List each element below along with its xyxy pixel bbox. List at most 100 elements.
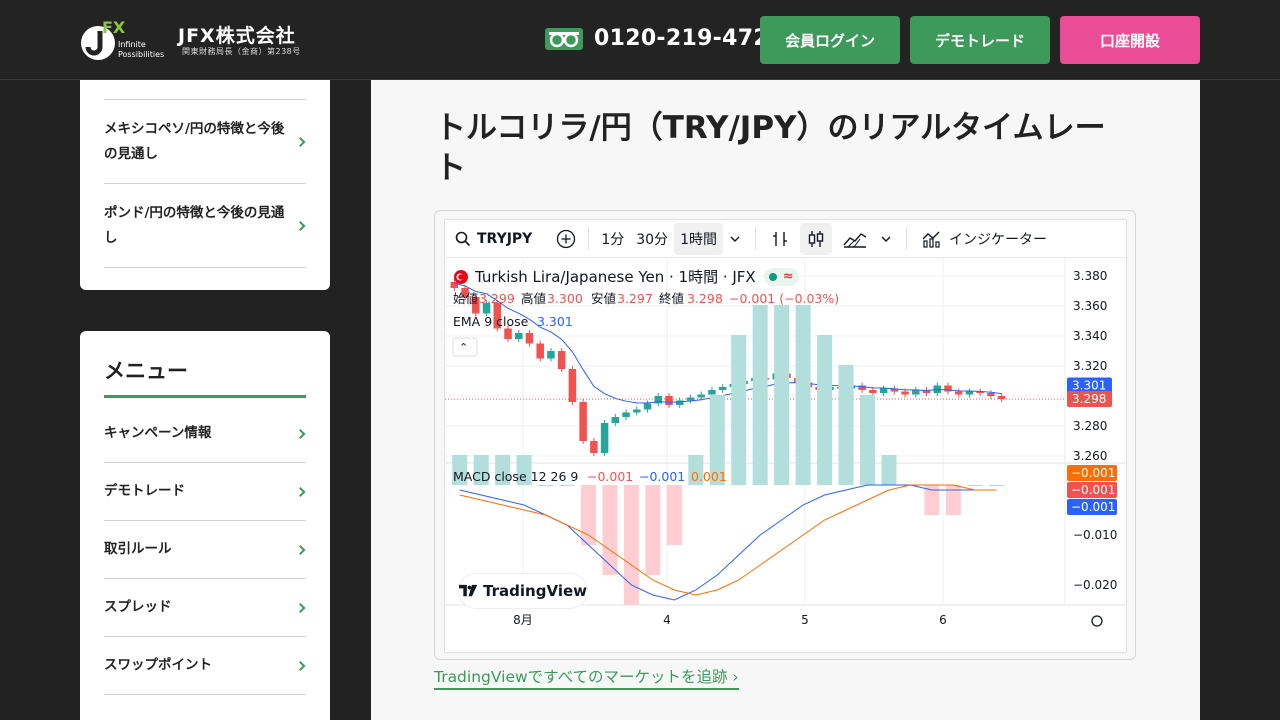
legend-ohlc-value: 3.300	[547, 291, 583, 306]
timeframe-dropdown[interactable]	[723, 223, 747, 255]
toolbar-separator	[754, 227, 756, 250]
tradingview-logo[interactable]: TradingView	[459, 574, 587, 608]
legend-ohlc-value: 始値	[453, 291, 478, 306]
indicators-label: インジケーター	[948, 231, 1047, 248]
plus-circle-icon	[557, 229, 576, 248]
macd-axis-label: −0.010	[1073, 528, 1117, 542]
chevron-right-icon	[295, 136, 306, 147]
menu-item-campaign[interactable]: キャンペーン情報	[104, 405, 306, 463]
legend-macd-line: −0.001	[639, 469, 685, 484]
macd-histogram-bar	[602, 485, 618, 575]
toolbar-separator	[588, 227, 590, 250]
macd-tag-label: −0.001	[1071, 500, 1115, 514]
menu-item-label: デモトレード	[104, 483, 185, 499]
turkey-flag-icon	[454, 269, 468, 284]
candles-style-button[interactable]	[799, 222, 832, 255]
legend-ema-value: 3.301	[537, 314, 573, 329]
timeframe-1h[interactable]: 1時間	[674, 222, 723, 255]
legend-macd-hist: −0.001	[587, 469, 633, 484]
macd-tag-label: −0.001	[1071, 483, 1115, 497]
menu-card: メニュー キャンペーン情報 デモトレード 取引ルール スプレッド スワップポイン…	[80, 331, 330, 720]
candle-body	[525, 333, 534, 344]
candle-body	[547, 351, 555, 359]
candle-body	[901, 391, 909, 395]
tradingview-mark-icon	[459, 584, 478, 597]
candle-body	[622, 412, 630, 417]
compare-button[interactable]	[550, 223, 582, 255]
menu-divider	[104, 395, 306, 398]
company-license: 関東財務局長（金商）第238号	[182, 47, 301, 56]
menu-item-trading-rules[interactable]: 取引ルール	[104, 521, 306, 579]
tradingview-markets-link[interactable]: TradingViewですべてのマーケットを追跡 ›	[434, 665, 739, 690]
chevron-right-icon	[295, 660, 306, 671]
legend-ema-label: EMA 9 close	[453, 314, 529, 329]
phone-number[interactable]: 0120-219-472	[594, 26, 769, 51]
area-chart-icon	[843, 232, 867, 248]
candle-body	[869, 390, 877, 393]
timeframe-30m[interactable]: 30分	[630, 223, 674, 255]
menu-item-label: スワップポイント	[104, 657, 212, 673]
price-tag-label: 3.301	[1072, 379, 1106, 393]
legend-ohlc-value: 3.297	[617, 291, 653, 306]
candle-body	[514, 333, 523, 339]
macd-tag-label: −0.001	[1071, 466, 1115, 480]
legend-ohlc-value: 3.299	[479, 291, 515, 306]
search-icon	[455, 231, 471, 246]
chevron-down-icon	[881, 236, 891, 242]
macd-histogram-bar	[580, 485, 597, 545]
macd-histogram-bar	[838, 365, 854, 485]
main-content: トルコリラ/円（TRY/JPY）のリアルタイムレート TRYJPY 1分 30分…	[371, 80, 1200, 720]
symbol-label: TRYJPY	[477, 230, 533, 247]
sidebar-item-label: ポンド/円の特徴と今後の見通し	[104, 204, 285, 246]
macd-histogram-bar	[795, 305, 811, 485]
jfx-logo-icon[interactable]: FX Infinite Possibilities	[80, 17, 170, 63]
price-tag-label: 3.298	[1072, 392, 1106, 406]
delayed-data-icon: ≈	[782, 269, 794, 284]
chart-type-dropdown[interactable]	[874, 223, 898, 255]
sidebar-item-mxn-jpy[interactable]: メキシコペソ/円の特徴と今後の見通し	[104, 100, 306, 184]
timeframe-1m[interactable]: 1分	[595, 223, 630, 255]
price-axis-label: 3.380	[1073, 269, 1107, 283]
freedial-icon	[545, 27, 583, 50]
macd-histogram-bar	[967, 485, 983, 486]
area-style-button[interactable]	[836, 223, 874, 255]
open-account-button[interactable]: 口座開設	[1060, 16, 1200, 64]
macd-histogram-bar	[774, 305, 790, 485]
legend-ohlc-value: 安値	[591, 291, 616, 306]
macd-histogram-bar	[538, 485, 554, 486]
demo-trade-button[interactable]: デモトレード	[910, 16, 1050, 64]
indicators-button[interactable]: インジケーター	[915, 223, 1053, 255]
chart-container: TRYJPY 1分 30分 1時間 インジケーター 3.380 3.360 3.…	[444, 219, 1127, 653]
market-status-badge[interactable]: ≈	[763, 267, 799, 286]
candle-body	[611, 417, 620, 423]
company-name: JFX株式会社	[178, 25, 296, 47]
candle-body	[600, 423, 609, 453]
symbol-search[interactable]: TRYJPY	[449, 223, 538, 255]
menu-item-spread[interactable]: スプレッド	[104, 579, 306, 637]
candle-body	[718, 387, 727, 390]
time-axis-label: 8月	[513, 613, 533, 627]
chevron-up-icon: ⌃	[459, 341, 468, 354]
member-login-button[interactable]: 会員ログイン	[760, 16, 900, 64]
macd-axis-label: −0.020	[1073, 578, 1117, 592]
menu-item-demo-trade[interactable]: デモトレード	[104, 463, 306, 521]
price-axis-label: 3.280	[1073, 419, 1107, 433]
candle-body	[708, 390, 716, 395]
sidebar-item-gbp-jpy[interactable]: ポンド/円の特徴と今後の見通し	[104, 184, 306, 268]
page-title: トルコリラ/円（TRY/JPY）のリアルタイムレート	[435, 110, 1106, 186]
tradingview-widget: TRYJPY 1分 30分 1時間 インジケーター 3.380 3.360 3.…	[434, 210, 1136, 660]
bar-style-button[interactable]	[764, 223, 796, 255]
symbol-title: Turkish Lira/Japanese Yen · 1時間 · JFX	[475, 268, 756, 286]
menu-title: メニュー	[104, 359, 188, 383]
candle-body	[686, 397, 695, 401]
legend-macd-signal: 0.001	[691, 469, 727, 484]
macd-histogram-bar	[559, 485, 575, 486]
menu-list: キャンペーン情報 デモトレード 取引ルール スプレッド スワップポイント	[104, 405, 306, 695]
menu-item-label: キャンペーン情報	[104, 425, 212, 441]
phone-contact[interactable]: 0120-219-472	[545, 26, 769, 51]
candle-body	[590, 441, 598, 453]
candle-body	[965, 391, 974, 395]
tradingview-brand: TradingView	[483, 582, 587, 600]
menu-item-swap-points[interactable]: スワップポイント	[104, 637, 306, 695]
candle-body	[557, 351, 566, 369]
